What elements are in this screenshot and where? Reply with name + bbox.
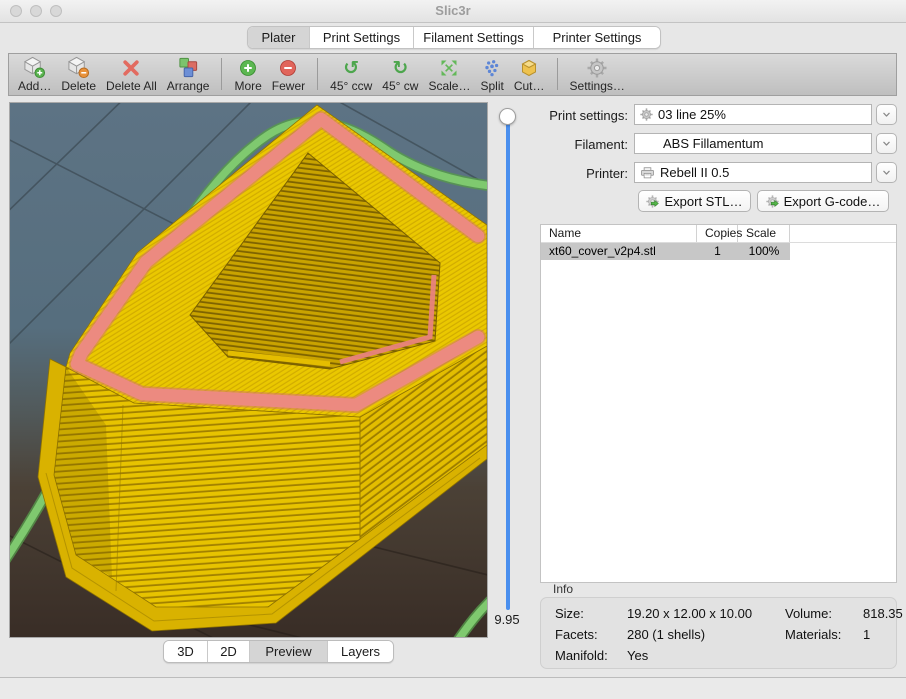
size-label: Size: <box>555 606 627 621</box>
viewport-3d[interactable] <box>10 103 487 637</box>
tab-filament-settings[interactable]: Filament Settings <box>414 27 534 48</box>
objects-table-header: Name Copies Scale <box>541 225 896 243</box>
layer-slider-track[interactable] <box>506 113 510 610</box>
settings-button[interactable]: Settings… <box>565 54 630 93</box>
more-icon <box>238 56 258 79</box>
delete-button[interactable]: Delete <box>56 54 101 93</box>
rotate-ccw-button[interactable]: ↺ 45° ccw <box>325 54 377 93</box>
arrange-icon <box>177 56 200 79</box>
split-icon <box>482 56 502 79</box>
cut-icon <box>519 56 539 79</box>
printer-icon <box>640 167 655 179</box>
more-button[interactable]: More <box>229 54 266 93</box>
size-value: 19.20 x 12.00 x 10.00 <box>627 606 785 621</box>
facets-label: Facets: <box>555 627 627 642</box>
filament-combo[interactable]: ABS Fillamentum <box>634 133 872 154</box>
fewer-icon <box>278 56 298 79</box>
export-icon <box>646 195 659 208</box>
print-settings-combo[interactable]: 03 line 25% <box>634 104 872 125</box>
tab-print-settings[interactable]: Print Settings <box>310 27 414 48</box>
column-header-name[interactable]: Name <box>541 225 697 242</box>
info-section-title: Info <box>553 582 573 596</box>
view-tab-layers[interactable]: Layers <box>328 641 393 662</box>
chevron-down-icon <box>880 137 893 150</box>
split-button[interactable]: Split <box>475 54 508 93</box>
cut-button[interactable]: Cut… <box>509 54 550 93</box>
filament-dropdown-button[interactable] <box>876 133 897 154</box>
tab-printer-settings[interactable]: Printer Settings <box>534 27 660 48</box>
view-tab-3d[interactable]: 3D <box>164 641 208 662</box>
print-settings-dropdown-button[interactable] <box>876 104 897 125</box>
view-mode-tabs: 3D 2D Preview Layers <box>163 640 394 663</box>
window-title: Slic3r <box>0 0 906 22</box>
scale-button[interactable]: Scale… <box>423 54 475 93</box>
tab-plater[interactable]: Plater <box>248 27 310 48</box>
print-settings-label: Print settings: <box>540 105 628 126</box>
plater-toolbar: Add… Delete Delete All Arrange More <box>8 53 897 96</box>
export-icon <box>766 195 779 208</box>
settings-icon <box>587 56 607 79</box>
toolbar-separator <box>317 58 318 90</box>
export-gcode-button[interactable]: Export G-code… <box>757 190 889 212</box>
objects-table: Name Copies Scale xt60_cover_v2p4.stl 1 … <box>540 224 897 583</box>
layer-slider-knob[interactable] <box>499 108 516 125</box>
volume-value: 818.35 <box>863 606 903 621</box>
printer-label: Printer: <box>540 163 628 184</box>
arrange-button[interactable]: Arrange <box>162 54 215 93</box>
rotate-ccw-icon: ↺ <box>343 56 359 79</box>
volume-label: Volume: <box>785 606 863 621</box>
column-header-scale[interactable]: Scale <box>738 225 790 242</box>
rotate-cw-button[interactable]: ↻ 45° cw <box>377 54 423 93</box>
table-row[interactable]: xt60_cover_v2p4.stl 1 100% <box>541 243 896 260</box>
main-tab-bar: Plater Print Settings Filament Settings … <box>247 26 661 49</box>
filament-label: Filament: <box>540 134 628 155</box>
printer-combo[interactable]: Rebell II 0.5 <box>634 162 872 183</box>
scale-icon <box>439 56 459 79</box>
delete-all-button[interactable]: Delete All <box>101 54 162 93</box>
view-tab-2d[interactable]: 2D <box>208 641 250 662</box>
manifold-label: Manifold: <box>555 648 627 663</box>
facets-value: 280 (1 shells) <box>627 627 785 642</box>
add-object-icon <box>23 56 46 79</box>
materials-value: 1 <box>863 627 903 642</box>
chevron-down-icon <box>880 108 893 121</box>
toolbar-separator <box>557 58 558 90</box>
object-copies-cell: 1 <box>697 243 738 260</box>
title-bar: Slic3r <box>0 0 906 23</box>
layer-slider-value: 9.95 <box>486 612 528 627</box>
delete-all-icon <box>121 56 141 79</box>
materials-label: Materials: <box>785 627 863 642</box>
object-name-cell: xt60_cover_v2p4.stl <box>541 243 697 260</box>
printer-dropdown-button[interactable] <box>876 162 897 183</box>
view-tab-preview[interactable]: Preview <box>250 641 328 662</box>
info-panel: Size: 19.20 x 12.00 x 10.00 Volume: 818.… <box>540 597 897 669</box>
add-button[interactable]: Add… <box>13 54 56 93</box>
object-scale-cell: 100% <box>738 243 790 260</box>
export-stl-button[interactable]: Export STL… <box>638 190 751 212</box>
rotate-cw-icon: ↻ <box>392 56 408 79</box>
status-bar <box>0 678 906 699</box>
gear-icon <box>640 108 653 121</box>
manifold-value: Yes <box>627 648 785 663</box>
chevron-down-icon <box>880 166 893 179</box>
delete-object-icon <box>67 56 90 79</box>
toolbar-separator <box>221 58 222 90</box>
column-header-copies[interactable]: Copies <box>697 225 738 242</box>
fewer-button[interactable]: Fewer <box>267 54 310 93</box>
viewport-3d-canvas[interactable] <box>10 103 487 637</box>
